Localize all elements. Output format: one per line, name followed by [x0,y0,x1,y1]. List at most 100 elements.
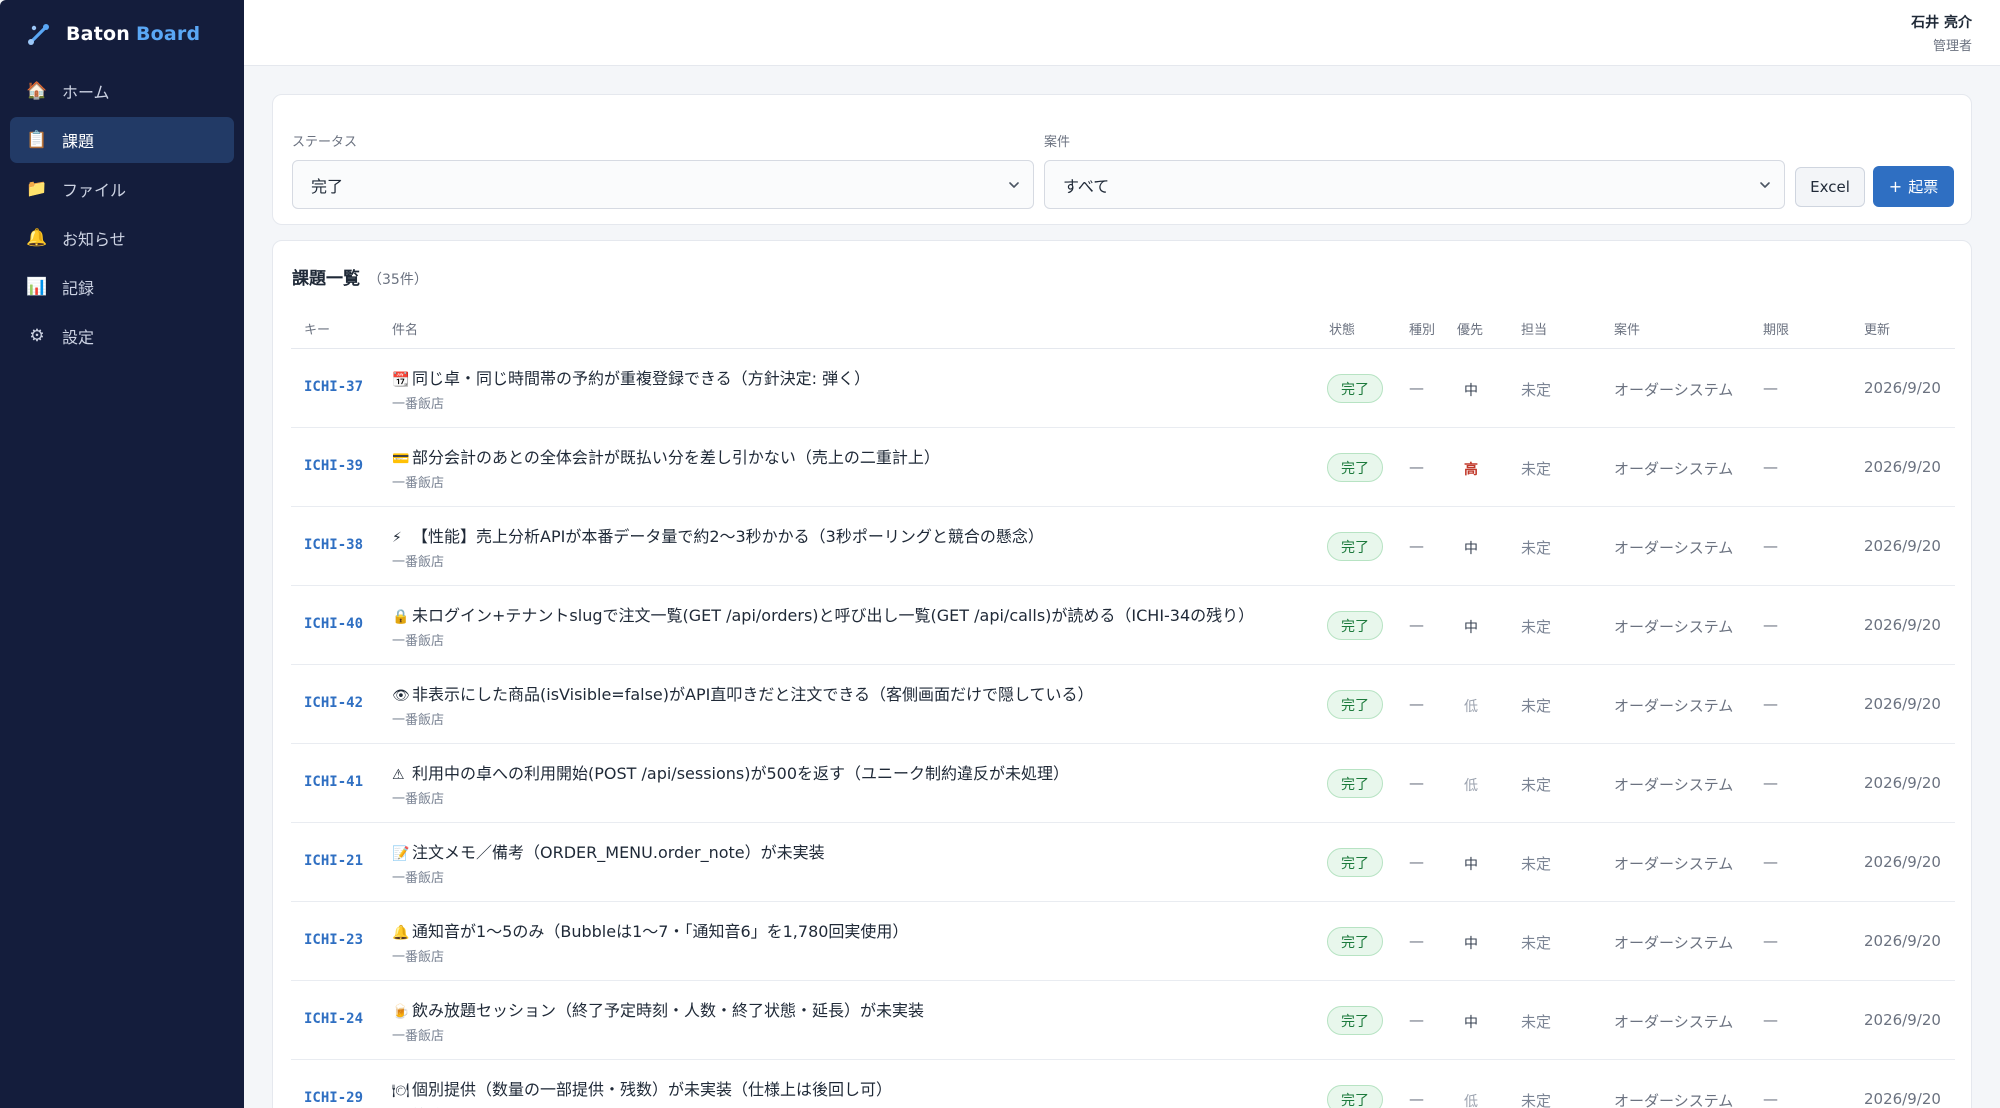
issue-title-text: 同じ卓・同じ時間帯の予約が重複登録できる（方針決定: 弾く） [412,369,871,388]
issue-title[interactable]: 🍺 飲み放題セッション（終了予定時刻・人数・終了状態・延長）が未実装 [392,997,924,1021]
issue-list-title: 課題一覧 （35件） [292,269,428,289]
issue-store: 一番飯店 [392,397,445,412]
issue-key-link[interactable]: ICHI-21 [304,853,363,869]
sidebar-item-label: 記録 [62,279,95,298]
issue-project: オーダーシステム [1614,855,1734,873]
sidebar-nav: 🏠 ホーム 📋 課題 📁 ファイル 🔔 お知らせ 📊 記録 ⚙ 設定 [0,68,244,359]
user-menu[interactable]: 石井 亮介 管理者 [1911,12,1972,54]
issue-title[interactable]: 💳 部分会計のあとの全体会計が既払い分を差し引かない（売上の二重計上） [392,444,940,468]
table-row[interactable]: ICHI-21 📝 注文メモ／備考（ORDER_MENU.order_note）が未… [291,823,1955,902]
col-status[interactable]: 状態 [1329,319,1355,338]
issue-title[interactable]: 📆 同じ卓・同じ時間帯の予約が重複登録できる（方針決定: 弾く） [392,365,870,389]
issue-key-link[interactable]: ICHI-40 [304,616,363,632]
sidebar-item-label: 設定 [62,328,95,347]
sidebar-item-2[interactable]: 📁 ファイル [10,166,234,212]
issue-store: 一番飯店 [392,634,445,649]
table-row[interactable]: ICHI-42 👁 非表示にした商品(isVisible=false)がAPI直叩き… [291,665,1955,744]
user-name: 石井 亮介 [1911,15,1972,31]
issue-updated: 2026/9/20 [1864,537,1941,555]
issue-title[interactable]: 📝 注文メモ／備考（ORDER_MENU.order_note）が未実装 [392,839,825,863]
chevron-down-icon [1009,182,1019,188]
table-row[interactable]: ICHI-39 💳 部分会計のあとの全体会計が既払い分を差し引かない（売上の二重計上… [291,428,1955,507]
issue-owner: 未定 [1521,618,1552,636]
eye-icon: 👁 [392,688,410,704]
priority-label: 中 [1464,936,1478,952]
priority-label: 中 [1464,383,1478,399]
col-key[interactable]: キー [304,319,330,338]
excel-export-button[interactable]: Excel [1795,167,1865,207]
issue-project: オーダーシステム [1614,934,1734,952]
issue-updated: 2026/9/20 [1864,458,1941,476]
issue-key-link[interactable]: ICHI-39 [304,458,363,474]
issue-project: オーダーシステム [1614,1013,1734,1031]
col-project[interactable]: 案件 [1614,319,1640,338]
beer-icon: 🍺 [392,1004,410,1020]
issue-due: — [1763,932,1778,950]
issue-owner: 未定 [1521,697,1552,715]
issue-project: オーダーシステム [1614,1092,1734,1108]
col-owner[interactable]: 担当 [1521,319,1547,338]
table-row[interactable]: ICHI-24 🍺 飲み放題セッション（終了予定時刻・人数・終了状態・延長）が未実装… [291,981,1955,1060]
status-badge: 完了 [1327,848,1383,877]
memo-icon: 📝 [392,846,410,862]
issue-due: — [1763,853,1778,871]
col-title[interactable]: 件名 [392,319,418,338]
sidebar-item-4[interactable]: 📊 記録 [10,264,234,310]
sidebar-item-1[interactable]: 📋 課題 [10,117,234,163]
issue-title[interactable]: ⚠ 利用中の卓への利用開始(POST /api/sessions)が500を返す（… [392,760,1069,784]
table-row[interactable]: ICHI-29 🍽個別提供（数量の一部提供・残数）が未実装（仕様上は後回し可） 一番… [291,1060,1955,1108]
status-badge: 完了 [1327,1085,1383,1108]
issue-due: — [1763,774,1778,792]
issue-key-link[interactable]: ICHI-29 [304,1090,363,1106]
bell-icon: 🔔 [26,228,48,248]
issue-store: 一番飯店 [392,555,445,570]
col-type[interactable]: 種別 [1409,319,1435,338]
issue-key-link[interactable]: ICHI-24 [304,1011,363,1027]
priority-label: 低 [1464,778,1478,794]
priority-label: 中 [1464,541,1478,557]
issue-title[interactable]: 🍽 個別提供（数量の一部提供・残数）が未実装（仕様上は後回し可） [392,1076,892,1100]
issue-updated: 2026/9/20 [1864,853,1941,871]
issue-key-link[interactable]: ICHI-41 [304,774,363,790]
issue-key-link[interactable]: ICHI-37 [304,379,363,395]
new-issue-label: 起票 [1908,178,1939,196]
status-select[interactable]: 完了 [292,160,1034,209]
user-role: 管理者 [1932,39,1972,54]
col-updated[interactable]: 更新 [1864,319,1890,338]
sidebar-item-5[interactable]: ⚙ 設定 [10,313,234,359]
sidebar-item-label: お知らせ [62,230,126,249]
col-due[interactable]: 期限 [1763,319,1789,338]
issue-key-link[interactable]: ICHI-42 [304,695,363,711]
new-issue-button[interactable]: + 起票 [1873,166,1954,207]
brand-logo[interactable]: Baton Board [0,0,244,68]
issue-due: — [1763,695,1778,713]
issue-updated: 2026/9/20 [1864,1090,1941,1108]
col-priority[interactable]: 優先 [1457,319,1483,338]
sidebar-item-0[interactable]: 🏠 ホーム [10,68,234,114]
bell-icon: 🔔 [392,925,410,941]
table-header: キー 件名 状態 種別 優先 担当 案件 期限 更新 [291,309,1955,349]
issue-owner: 未定 [1521,539,1552,557]
issue-title[interactable]: 🔔 通知音が1〜5のみ（Bubbleは1〜7・「通知音6」を1,780回実使用） [392,918,908,942]
issue-type: — [1409,1090,1424,1108]
issue-type: — [1409,932,1424,950]
issue-title[interactable]: ⚡ 【性能】売上分析APIが本番データ量で約2〜3秒かかる（3秒ポーリングと競合の… [392,523,1044,547]
issue-key-link[interactable]: ICHI-23 [304,932,363,948]
issue-due: — [1763,379,1778,397]
issue-store: 一番飯店 [392,1029,445,1044]
table-row[interactable]: ICHI-38 ⚡ 【性能】売上分析APIが本番データ量で約2〜3秒かかる（3秒ポー… [291,507,1955,586]
issue-key-link[interactable]: ICHI-38 [304,537,363,553]
priority-label: 低 [1464,1094,1478,1108]
table-row[interactable]: ICHI-23 🔔 通知音が1〜5のみ（Bubbleは1〜7・「通知音6」を1,78… [291,902,1955,981]
sidebar-item-3[interactable]: 🔔 お知らせ [10,215,234,261]
project-select[interactable]: すべて [1044,160,1785,209]
table-row[interactable]: ICHI-40 🔒 未ログイン+テナントslugで注文一覧(GET /api/ord… [291,586,1955,665]
table-row[interactable]: ICHI-37 📆 同じ卓・同じ時間帯の予約が重複登録できる（方針決定: 弾く） 一番… [291,349,1955,428]
issue-store: 一番飯店 [392,950,445,965]
table-row[interactable]: ICHI-41 ⚠ 利用中の卓への利用開始(POST /api/sessions)が… [291,744,1955,823]
folder-icon: 📁 [26,179,48,199]
issue-title[interactable]: 👁 非表示にした商品(isVisible=false)がAPI直叩きだと注文できる… [392,681,1094,705]
gear-icon: ⚙ [29,326,45,346]
issue-title[interactable]: 🔒 未ログイン+テナントslugで注文一覧(GET /api/orders)と呼び… [392,602,1254,626]
top-bar: 石井 亮介 管理者 [244,0,2000,66]
